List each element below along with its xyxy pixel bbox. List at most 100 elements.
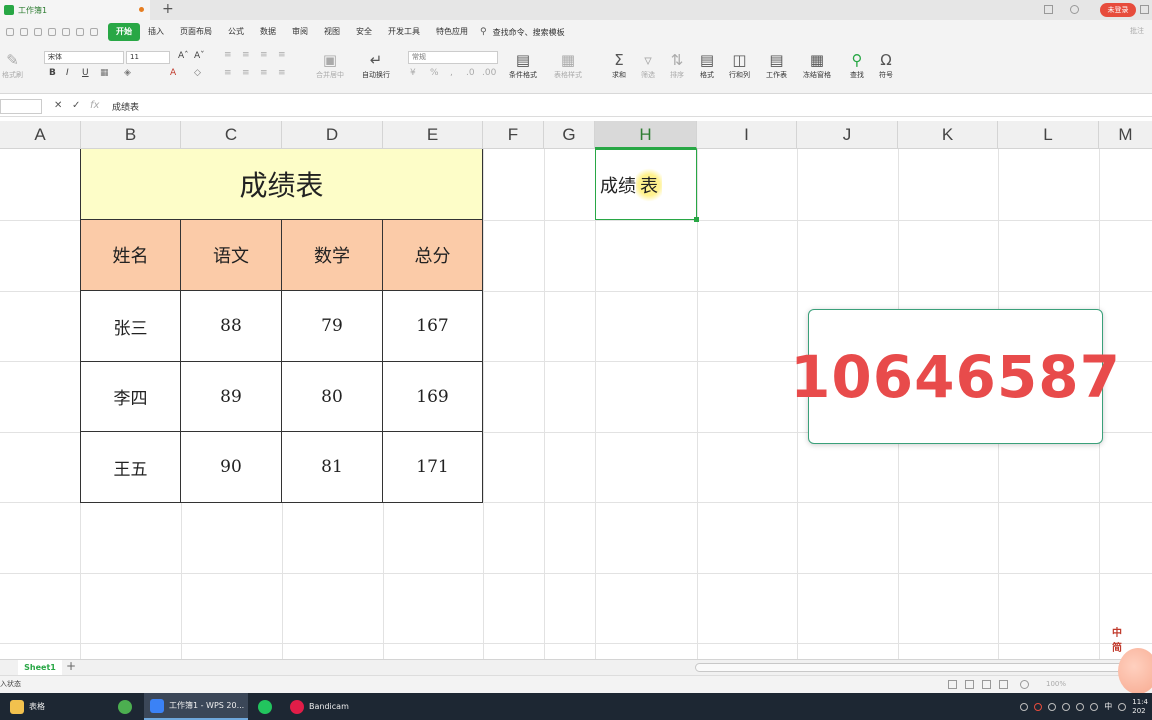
indent-icon[interactable]: ≡ bbox=[278, 50, 286, 60]
decrease-font-icon[interactable]: Aˇ bbox=[194, 51, 205, 61]
volume-icon[interactable] bbox=[1090, 702, 1099, 711]
table-cell[interactable]: 167 bbox=[383, 291, 483, 362]
table-cell[interactable]: 81 bbox=[282, 432, 383, 503]
align-center-icon[interactable]: ≡ bbox=[242, 68, 250, 78]
redo-arrow-icon[interactable] bbox=[90, 28, 98, 36]
table-cell[interactable]: 王五 bbox=[80, 432, 181, 503]
font-color-button[interactable]: A bbox=[170, 68, 176, 78]
clear-icon[interactable]: ◇ bbox=[194, 68, 201, 78]
fullscreen-icon[interactable] bbox=[948, 680, 957, 689]
tray-icon[interactable] bbox=[1048, 702, 1057, 711]
justify-icon[interactable]: ≡ bbox=[278, 68, 286, 78]
menu-formulas[interactable]: 公式 bbox=[220, 23, 252, 41]
italic-button[interactable]: I bbox=[66, 68, 69, 78]
skin-icon[interactable] bbox=[1070, 5, 1079, 14]
table-cell[interactable]: 90 bbox=[181, 432, 282, 503]
column-header-h[interactable]: H bbox=[595, 121, 697, 149]
freeze-panes-button[interactable]: ▦ 冻结窗格 bbox=[803, 51, 831, 80]
taskbar-item-app[interactable] bbox=[112, 693, 140, 720]
thousands-icon[interactable]: , bbox=[450, 68, 453, 78]
name-box[interactable] bbox=[0, 99, 42, 114]
underline-button[interactable]: U bbox=[82, 68, 89, 78]
menu-data[interactable]: 数据 bbox=[252, 23, 284, 41]
decimal-increase-icon[interactable]: .0 bbox=[466, 68, 475, 78]
column-header-c[interactable]: C bbox=[181, 121, 282, 149]
align-middle-icon[interactable]: ≡ bbox=[242, 50, 250, 60]
format-button[interactable]: ▤ 格式 bbox=[699, 51, 715, 80]
decimal-decrease-icon[interactable]: .00 bbox=[482, 68, 496, 78]
login-badge[interactable]: 未登录 bbox=[1100, 3, 1136, 17]
filter-button[interactable]: ▿ 筛选 bbox=[640, 51, 656, 80]
network-icon[interactable] bbox=[1076, 702, 1085, 711]
percent-icon[interactable]: % bbox=[430, 68, 439, 78]
merge-center-button[interactable]: ▣ 合并居中 bbox=[316, 51, 344, 80]
menu-security[interactable]: 安全 bbox=[348, 23, 380, 41]
row-col-button[interactable]: ◫ 行和列 bbox=[729, 51, 750, 80]
font-size-select[interactable]: 11 bbox=[126, 51, 170, 64]
table-cell[interactable]: 169 bbox=[383, 362, 483, 432]
table-cell[interactable]: 171 bbox=[383, 432, 483, 503]
symbol-button[interactable]: Ω 符号 bbox=[878, 51, 894, 80]
column-header-a[interactable]: A bbox=[0, 121, 81, 149]
window-layout-icon[interactable] bbox=[1044, 5, 1053, 14]
column-header-e[interactable]: E bbox=[383, 121, 483, 149]
undo-icon[interactable] bbox=[6, 28, 14, 36]
taskbar-item-folder[interactable]: 表格 bbox=[4, 693, 108, 720]
new-tab-button[interactable]: + bbox=[162, 1, 174, 17]
header-chinese[interactable]: 语文 bbox=[181, 220, 282, 291]
table-cell[interactable]: 李四 bbox=[80, 362, 181, 432]
table-style-button[interactable]: ▦ 表格样式 bbox=[554, 51, 582, 80]
normal-view-icon[interactable] bbox=[965, 680, 974, 689]
formula-input[interactable]: 成绩表 bbox=[112, 100, 139, 113]
undo-arrow-icon[interactable] bbox=[76, 28, 84, 36]
column-header-m[interactable]: M bbox=[1099, 121, 1152, 149]
menu-home[interactable]: 开始 bbox=[108, 23, 140, 41]
font-name-select[interactable]: 宋体 bbox=[44, 51, 124, 64]
confirm-icon[interactable]: ✓ bbox=[72, 100, 80, 111]
align-bottom-icon[interactable]: ≡ bbox=[260, 50, 268, 60]
horizontal-scrollbar[interactable] bbox=[695, 663, 1135, 672]
eye-protection-icon[interactable] bbox=[1020, 680, 1029, 689]
menu-features[interactable]: 特色应用 bbox=[428, 23, 476, 41]
comment-button[interactable]: 批注 bbox=[1130, 26, 1144, 36]
sheet-tab-sheet1[interactable]: Sheet1 bbox=[18, 660, 62, 675]
table-cell[interactable]: 80 bbox=[282, 362, 383, 432]
column-header-k[interactable]: K bbox=[898, 121, 998, 149]
sort-button[interactable]: ⇅ 排序 bbox=[669, 51, 685, 80]
print-icon[interactable] bbox=[48, 28, 56, 36]
align-right-icon[interactable]: ≡ bbox=[260, 68, 268, 78]
column-header-j[interactable]: J bbox=[797, 121, 898, 149]
ime-indicator[interactable]: 中 bbox=[1104, 701, 1112, 712]
taskbar-item-wechat[interactable] bbox=[252, 693, 282, 720]
header-math[interactable]: 数学 bbox=[282, 220, 383, 291]
find-button[interactable]: ⚲ 查找 bbox=[849, 51, 865, 80]
menu-view[interactable]: 视图 bbox=[316, 23, 348, 41]
zoom-level[interactable]: 100% bbox=[1046, 680, 1066, 688]
column-header-d[interactable]: D bbox=[282, 121, 383, 149]
input-icon[interactable] bbox=[1118, 702, 1127, 711]
bold-button[interactable]: B bbox=[49, 68, 56, 78]
tray-icon[interactable] bbox=[1062, 702, 1071, 711]
page-layout-icon[interactable] bbox=[999, 680, 1008, 689]
column-header-b[interactable]: B bbox=[81, 121, 181, 149]
selected-cell-h1[interactable]: 成绩表 bbox=[595, 149, 699, 222]
menu-review[interactable]: 审阅 bbox=[284, 23, 316, 41]
column-header-f[interactable]: F bbox=[483, 121, 544, 149]
preview-icon[interactable] bbox=[62, 28, 70, 36]
column-header-g[interactable]: G bbox=[544, 121, 595, 149]
align-left-icon[interactable]: ≡ bbox=[224, 68, 232, 78]
page-break-icon[interactable] bbox=[982, 680, 991, 689]
currency-icon[interactable]: ¥ bbox=[410, 68, 416, 78]
column-header-i[interactable]: I bbox=[697, 121, 797, 149]
border-icon[interactable]: ▦ bbox=[100, 68, 109, 78]
cancel-icon[interactable]: ✕ bbox=[54, 100, 62, 111]
clock[interactable]: 11:4 202 bbox=[1132, 698, 1148, 716]
worksheet-grid[interactable]: 成绩表 姓名 语文 数学 总分 张三 88 79 167 李四 89 80 16… bbox=[0, 149, 1152, 659]
taskbar-item-bandicam[interactable]: Bandicam bbox=[284, 693, 384, 720]
sum-button[interactable]: Σ 求和 bbox=[611, 51, 627, 80]
align-top-icon[interactable]: ≡ bbox=[224, 50, 232, 60]
fill-color-icon[interactable]: ◈ bbox=[124, 68, 131, 78]
table-cell[interactable]: 88 bbox=[181, 291, 282, 362]
menu-insert[interactable]: 插入 bbox=[140, 23, 172, 41]
command-search[interactable]: 查找命令、搜索模板 bbox=[493, 27, 565, 38]
